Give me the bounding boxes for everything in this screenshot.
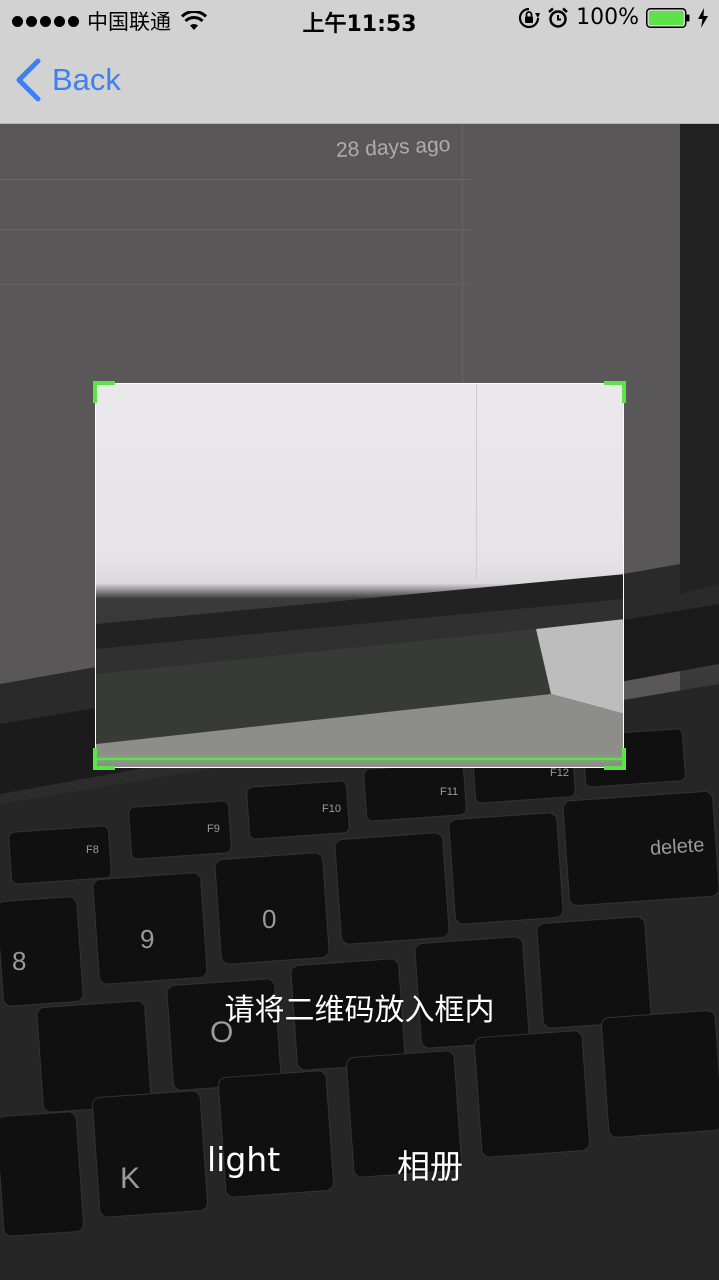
scan-frame: [95, 383, 624, 768]
key-label-delete: delete: [649, 834, 706, 860]
back-button[interactable]: Back: [14, 58, 121, 102]
key-label-k: K: [120, 1162, 141, 1195]
key-label-f10: F10: [322, 803, 341, 815]
scan-hint-text: 请将二维码放入框内: [224, 993, 495, 1028]
key-label-eight: 8: [12, 946, 27, 976]
album-button[interactable]: 相册: [397, 1140, 463, 1188]
orientation-lock-icon: [519, 7, 541, 28]
key-label-f8: F8: [86, 844, 99, 856]
key-label-nine: 9: [140, 924, 155, 954]
status-right: 100%: [518, 5, 709, 30]
navigation-bar: Back: [0, 40, 719, 124]
qr-scanner-screen: 中国联通 上午11:53 100% Back 28 days ago F8 F9…: [0, 0, 719, 1280]
battery-percent: 100%: [576, 5, 639, 30]
scan-line: [97, 758, 622, 760]
alarm-icon: [548, 7, 568, 28]
key-label-f11: F11: [440, 786, 459, 798]
key-label-zero: 0: [262, 904, 277, 934]
charging-bolt-icon: [698, 7, 708, 28]
back-label: Back: [52, 62, 121, 97]
status-bar: 中国联通 上午11:53 100%: [0, 0, 719, 40]
key-label-f12: F12: [550, 767, 569, 779]
scan-frame-view: [96, 384, 623, 767]
key-label-f9: F9: [207, 823, 220, 835]
battery-icon: [646, 7, 690, 28]
scan-corner-top-left: [93, 381, 115, 403]
light-button[interactable]: light: [207, 1140, 280, 1179]
chevron-left-icon: [16, 58, 41, 102]
scan-corner-top-right: [604, 381, 626, 403]
